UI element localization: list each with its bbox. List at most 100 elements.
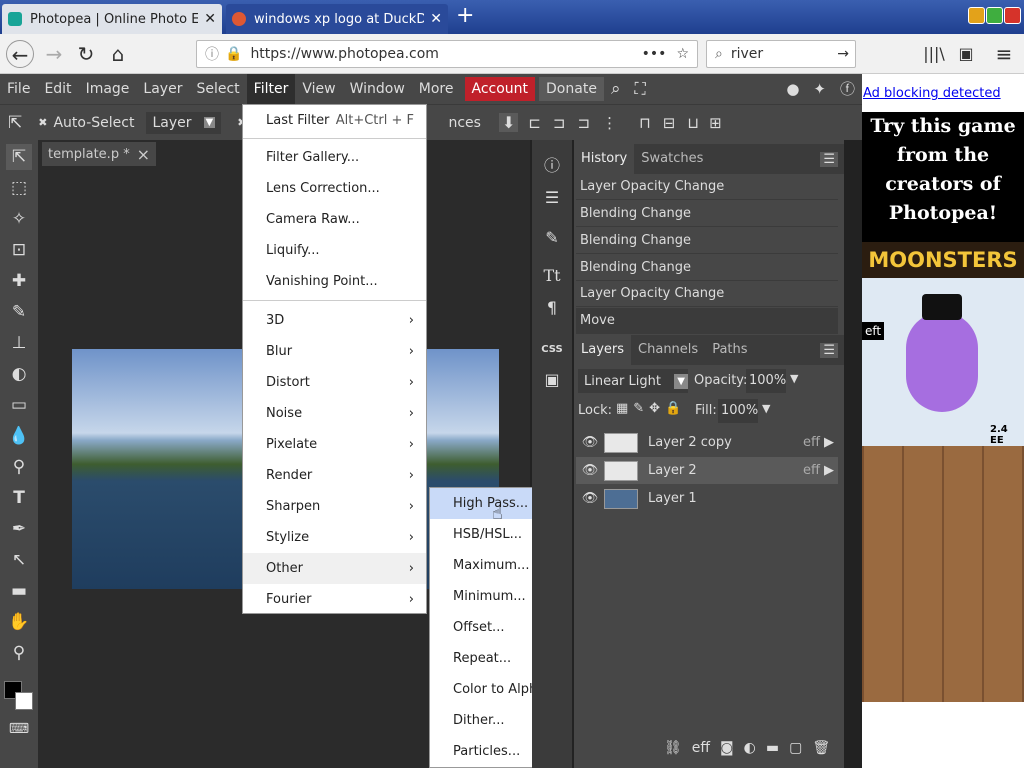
distribute-icon[interactable]: ⋮ (602, 114, 617, 132)
mask-icon[interactable]: ◙ (720, 740, 734, 756)
filter-render-item[interactable]: Render › (243, 460, 426, 491)
path-select-tool-icon[interactable]: ↖ (6, 547, 32, 573)
browser-menu-icon[interactable]: ≡ (990, 40, 1018, 68)
document-tab[interactable]: template.p * × (42, 142, 156, 166)
search-go-icon[interactable]: → (837, 46, 849, 62)
filter-3d-item[interactable]: 3D › (243, 305, 426, 336)
history-entry[interactable]: Blending Change (576, 228, 838, 254)
layer-row[interactable]: 👁 Layer 2 copy eff ▶ (576, 429, 838, 456)
new-group-icon[interactable]: ▬ (766, 740, 779, 756)
expand-effects-icon[interactable]: ▶ (824, 435, 834, 450)
gradient-tool-icon[interactable]: ▭ (6, 392, 32, 418)
magic-wand-tool-icon[interactable]: ✧ (6, 206, 32, 232)
auto-select-checkbox[interactable]: ✖ (38, 116, 47, 129)
layer-select-dropdown[interactable]: Layer ▼ (146, 111, 222, 134)
menu-edit[interactable]: Edit (37, 74, 78, 104)
adjustment-layer-icon[interactable]: ◐ (744, 740, 756, 756)
fill-input[interactable]: 100% (718, 399, 758, 423)
menu-view[interactable]: View (295, 74, 342, 104)
eraser-tool-icon[interactable]: ◐ (6, 361, 32, 387)
tab-paths[interactable]: Paths (705, 335, 754, 365)
twitter-icon[interactable]: ✦ (806, 74, 833, 104)
lock-options-icons[interactable]: ▦✎✥🔒 (616, 401, 686, 416)
filter-gallery-item[interactable]: Filter Gallery... (243, 142, 426, 173)
panel-menu-icon[interactable]: ☰ (820, 342, 838, 358)
filter-blur-item[interactable]: Blur › (243, 336, 426, 367)
align-top-icon[interactable]: ⊓ (639, 114, 651, 132)
align-right-icon[interactable]: ⊐ (578, 114, 591, 132)
facebook-icon[interactable]: ⓕ (833, 74, 862, 104)
camera-raw-item[interactable]: Camera Raw... (243, 204, 426, 235)
minimize-window-button[interactable] (968, 7, 985, 24)
crop-tool-icon[interactable]: ⊡ (6, 237, 32, 263)
reddit-icon[interactable]: ● (779, 74, 806, 104)
visibility-eye-icon[interactable]: 👁 (576, 491, 604, 506)
new-tab-button[interactable]: + (456, 5, 474, 27)
ad-banner-text[interactable]: Try this game from the creators of Photo… (862, 112, 1024, 242)
bookmark-star-icon[interactable]: ☆ (676, 46, 689, 62)
opacity-dropdown-icon[interactable]: ▼ (790, 372, 798, 385)
blur-tool-icon[interactable]: 💧 (6, 423, 32, 449)
menu-more[interactable]: More (412, 74, 461, 104)
layer-effects-button[interactable]: eff (692, 740, 710, 756)
reload-icon[interactable]: ↻ (72, 40, 100, 68)
tab-swatches[interactable]: Swatches (634, 144, 710, 174)
tab-layers[interactable]: Layers (574, 335, 632, 365)
move-tool-icon[interactable]: ⇱ (6, 144, 32, 170)
filter-pixelate-item[interactable]: Pixelate › (243, 429, 426, 460)
history-entry[interactable]: Layer Opacity Change (576, 174, 838, 200)
close-tab-icon[interactable]: ✕ (430, 11, 442, 27)
search-icon[interactable]: ⌕ (604, 74, 628, 104)
layer-effects-label[interactable]: eff (803, 463, 820, 478)
url-bar[interactable]: ⓘ 🔒 https://www.photopea.com ••• ☆ (196, 40, 698, 68)
browser-tab-photopea[interactable]: Photopea | Online Photo Edit ✕ (2, 4, 222, 34)
visibility-eye-icon[interactable]: 👁 (576, 435, 604, 450)
expand-effects-icon[interactable]: ▶ (824, 463, 834, 478)
hand-tool-icon[interactable]: ✋ (6, 609, 32, 635)
account-button[interactable]: Account (464, 77, 536, 101)
menu-file[interactable]: File (0, 74, 37, 104)
menu-layer[interactable]: Layer (136, 74, 189, 104)
keyboard-icon[interactable]: ⌨ (6, 716, 32, 742)
new-layer-icon[interactable]: ▢ (789, 740, 802, 756)
browser-tab-duckduckgo[interactable]: windows xp logo at DuckDuc ✕ (226, 4, 448, 34)
filter-other-item[interactable]: Other › (243, 553, 426, 584)
layer-effects-label[interactable]: eff (803, 435, 820, 450)
align-middle-icon[interactable]: ⊟ (663, 114, 676, 132)
zoom-tool-icon[interactable]: ⚲ (6, 640, 32, 666)
menu-filter[interactable]: Filter (246, 74, 296, 104)
type-tool-icon[interactable]: T (6, 485, 32, 511)
info-icon[interactable]: ⓘ (538, 152, 566, 180)
history-entry-current[interactable]: Move (576, 308, 838, 334)
link-layers-icon[interactable]: ⛓ (664, 740, 682, 756)
tab-channels[interactable]: Channels (631, 335, 705, 365)
marquee-tool-icon[interactable]: ⬚ (6, 175, 32, 201)
fill-dropdown-icon[interactable]: ▼ (762, 402, 770, 415)
close-window-button[interactable] (1004, 7, 1021, 24)
adjustments-icon[interactable]: ☰ (538, 184, 566, 212)
healing-tool-icon[interactable]: ✚ (6, 268, 32, 294)
visibility-eye-icon[interactable]: 👁 (576, 463, 604, 478)
last-filter-item[interactable]: Last Filter Alt+Ctrl + F (243, 105, 426, 136)
close-tab-icon[interactable]: ✕ (204, 11, 216, 27)
back-icon[interactable]: ← (6, 40, 34, 68)
align-bottom-icon[interactable]: ⊔ (687, 114, 699, 132)
ad-blocking-link[interactable]: Ad blocking detected (863, 86, 1001, 101)
history-entry[interactable]: Layer Opacity Change (576, 281, 838, 307)
donate-button[interactable]: Donate (539, 77, 604, 101)
brush-tool-icon[interactable]: ✎ (6, 299, 32, 325)
info-icon[interactable]: ⓘ (205, 44, 219, 64)
distribute-vertical-icon[interactable]: ⊞ (709, 114, 722, 132)
panel-menu-icon[interactable]: ☰ (820, 151, 838, 167)
menu-image[interactable]: Image (79, 74, 137, 104)
download-icon[interactable]: ⬇ (498, 113, 519, 132)
liquify-item[interactable]: Liquify... (243, 235, 426, 266)
filter-sharpen-item[interactable]: Sharpen › (243, 491, 426, 522)
dodge-tool-icon[interactable]: ⚲ (6, 454, 32, 480)
delete-layer-icon[interactable]: 🗑 (812, 740, 830, 756)
pen-tool-icon[interactable]: ✒ (6, 516, 32, 542)
history-entry[interactable]: Blending Change (576, 201, 838, 227)
search-field[interactable]: ⌕ river → (706, 40, 856, 68)
sidebar-icon[interactable]: ▣ (952, 40, 980, 68)
vanishing-point-item[interactable]: Vanishing Point... (243, 266, 426, 297)
